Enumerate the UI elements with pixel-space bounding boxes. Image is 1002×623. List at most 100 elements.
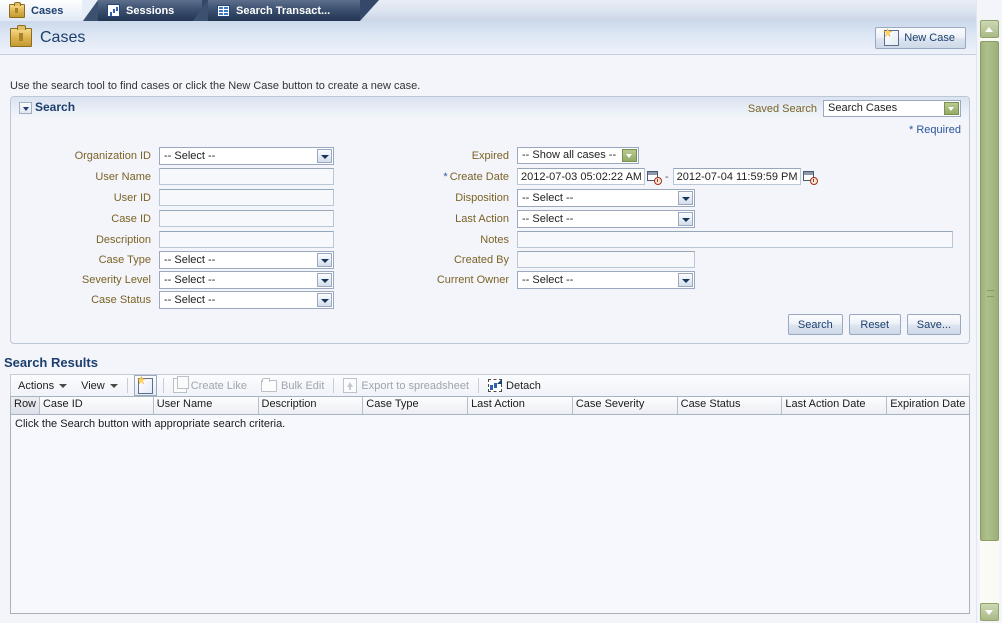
tab-cases[interactable]: Cases	[0, 0, 98, 21]
chevron-down-icon[interactable]	[317, 148, 332, 163]
new-case-toolbar-button[interactable]	[133, 375, 157, 396]
label-user-id: User ID	[113, 191, 151, 204]
results-grid-header: Row Case ID User Name Description Case T…	[11, 397, 969, 415]
new-case-button-label: New Case	[904, 32, 955, 44]
column-header-case-id[interactable]: Case ID	[39, 397, 154, 414]
column-header-row[interactable]: Row	[11, 397, 40, 414]
view-menu[interactable]: View	[74, 376, 125, 396]
tab-sessions[interactable]: Sessions	[83, 0, 221, 21]
last-action-select[interactable]: -- Select --	[517, 209, 695, 228]
current-owner-select[interactable]: -- Select --	[517, 270, 695, 289]
label-disposition: Disposition	[455, 191, 509, 204]
notes-input[interactable]	[517, 231, 953, 248]
case-status-value: -- Select --	[164, 293, 216, 306]
label-case-status: Case Status	[91, 293, 151, 306]
chevron-down-icon[interactable]	[19, 102, 32, 114]
create-date-from-input[interactable]	[517, 168, 645, 185]
label-expired: Expired	[471, 149, 509, 162]
briefcase-icon	[9, 1, 25, 18]
column-header-last-action[interactable]: Last Action	[468, 397, 573, 414]
disposition-value: -- Select --	[522, 191, 574, 204]
case-status-select[interactable]: -- Select --	[159, 290, 334, 309]
label-current-owner: Current Owner	[436, 273, 509, 286]
bulk-edit-button: Bulk Edit	[254, 376, 331, 396]
intro-text: Use the search tool to find cases or cli…	[10, 80, 421, 92]
column-header-description[interactable]: Description	[258, 397, 364, 414]
column-header-case-type[interactable]: Case Type	[363, 397, 469, 414]
chevron-down-icon[interactable]	[678, 190, 693, 205]
results-grid: Row Case ID User Name Description Case T…	[10, 396, 970, 614]
tab-strip: Cases Sessions Search Transact...	[0, 0, 1002, 21]
chevron-down-icon[interactable]	[317, 252, 332, 267]
calendar-icon[interactable]	[802, 170, 818, 185]
grid-document-icon	[217, 4, 230, 17]
severity-level-value: -- Select --	[164, 273, 216, 286]
tab-search-transactions[interactable]: Search Transact...	[193, 0, 379, 21]
scrollbar-thumb[interactable]	[980, 41, 999, 541]
saved-search-select[interactable]: Search Cases	[823, 100, 961, 117]
toolbar-separator	[162, 378, 164, 393]
chevron-down-icon[interactable]	[317, 292, 332, 307]
scroll-up-button[interactable]	[980, 20, 999, 38]
page-title: Cases	[40, 28, 86, 46]
label-case-type: Case Type	[98, 253, 151, 266]
organization-id-select[interactable]: -- Select --	[159, 146, 334, 165]
toolbar-separator	[126, 378, 128, 393]
tab-search-transactions-label: Search Transact...	[236, 4, 331, 17]
search-panel: Search Saved Search Search Cases * Requi…	[10, 96, 970, 344]
user-id-input[interactable]	[159, 189, 334, 206]
column-header-expiration-date[interactable]: Expiration Date	[887, 397, 969, 414]
column-header-case-severity[interactable]: Case Severity	[572, 397, 678, 414]
label-severity-level: Severity Level	[81, 273, 151, 286]
results-toolbar: Actions View Create Like Bulk Edit Expor…	[10, 374, 970, 396]
disposition-select[interactable]: -- Select --	[517, 188, 695, 207]
description-input[interactable]	[159, 231, 334, 248]
reset-button[interactable]: Reset	[848, 314, 901, 335]
actions-menu[interactable]: Actions	[11, 376, 74, 396]
column-header-user-name[interactable]: User Name	[153, 397, 259, 414]
save-search-button[interactable]: Save...	[906, 314, 961, 335]
vertical-scrollbar[interactable]	[976, 0, 1002, 623]
detach-label: Detach	[506, 379, 541, 392]
chevron-down-icon	[59, 383, 68, 388]
expired-select[interactable]: -- Show all cases --	[517, 147, 639, 164]
saved-search-value: Search Cases	[828, 102, 898, 114]
label-description: Description	[95, 233, 151, 246]
calendar-icon[interactable]	[647, 170, 662, 185]
detach-icon	[488, 379, 503, 392]
case-id-input[interactable]	[159, 210, 334, 227]
chevron-down-icon[interactable]	[678, 272, 693, 287]
search-button[interactable]: Search	[787, 314, 843, 335]
label-notes: Notes	[480, 233, 509, 246]
create-date-to-input[interactable]	[672, 168, 801, 185]
tab-sessions-label: Sessions	[126, 4, 175, 17]
briefcase-icon	[10, 25, 32, 47]
view-menu-label: View	[81, 379, 105, 392]
created-by-input[interactable]	[517, 251, 695, 268]
new-case-button[interactable]: New Case	[875, 27, 966, 49]
folder-icon	[261, 377, 277, 392]
label-create-date: * Create Date	[381, 171, 509, 183]
results-empty-message: Click the Search button with appropriate…	[15, 418, 286, 430]
chevron-down-icon[interactable]	[622, 149, 637, 162]
chevron-down-icon[interactable]	[317, 272, 332, 287]
chart-document-icon	[107, 4, 120, 17]
page-header: Cases New Case	[0, 21, 976, 55]
label-last-action: Last Action	[455, 212, 509, 225]
case-type-select[interactable]: -- Select --	[159, 250, 334, 269]
column-header-last-action-date[interactable]: Last Action Date	[782, 397, 888, 414]
user-name-input[interactable]	[159, 168, 334, 185]
detach-button[interactable]: Detach	[481, 376, 548, 396]
create-like-label: Create Like	[190, 379, 247, 392]
scroll-down-button[interactable]	[980, 603, 999, 621]
label-case-id: Case ID	[111, 212, 151, 225]
severity-level-select[interactable]: -- Select --	[159, 270, 334, 289]
create-like-button: Create Like	[166, 376, 254, 396]
search-results-title: Search Results	[4, 355, 98, 370]
label-user-name: User Name	[95, 170, 151, 183]
chevron-down-icon[interactable]	[678, 211, 693, 226]
chevron-down-icon[interactable]	[944, 102, 959, 115]
column-header-case-status[interactable]: Case Status	[677, 397, 783, 414]
export-to-spreadsheet-button: Export to spreadsheet	[336, 376, 476, 396]
chevron-down-icon	[109, 383, 118, 388]
